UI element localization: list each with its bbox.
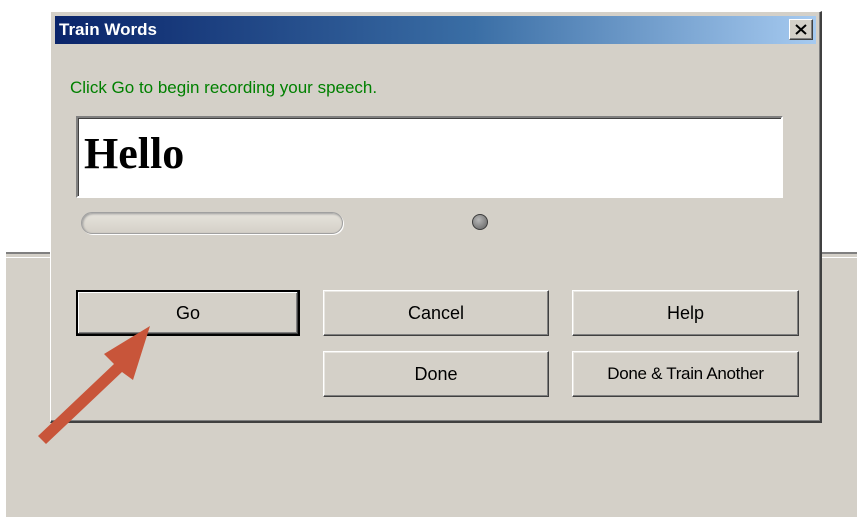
screen: Train Words Click Go to begin recording … — [0, 0, 857, 517]
recording-indicator — [472, 214, 488, 230]
cancel-button[interactable]: Cancel — [323, 290, 549, 336]
word-display: Hello — [76, 116, 783, 198]
close-icon — [795, 24, 807, 35]
train-words-dialog: Train Words Click Go to begin recording … — [50, 11, 822, 423]
arrow-icon — [38, 326, 150, 444]
instruction-text: Click Go to begin recording your speech. — [70, 78, 378, 97]
recording-progress-bar — [81, 212, 343, 234]
done-and-train-another-button[interactable]: Done & Train Another — [572, 351, 799, 397]
help-button[interactable]: Help — [572, 290, 799, 336]
dialog-title: Train Words — [59, 20, 157, 39]
title-bar[interactable]: Train Words — [55, 16, 816, 44]
close-button[interactable] — [789, 19, 813, 40]
training-word: Hello — [84, 129, 185, 178]
done-button[interactable]: Done — [323, 351, 549, 397]
